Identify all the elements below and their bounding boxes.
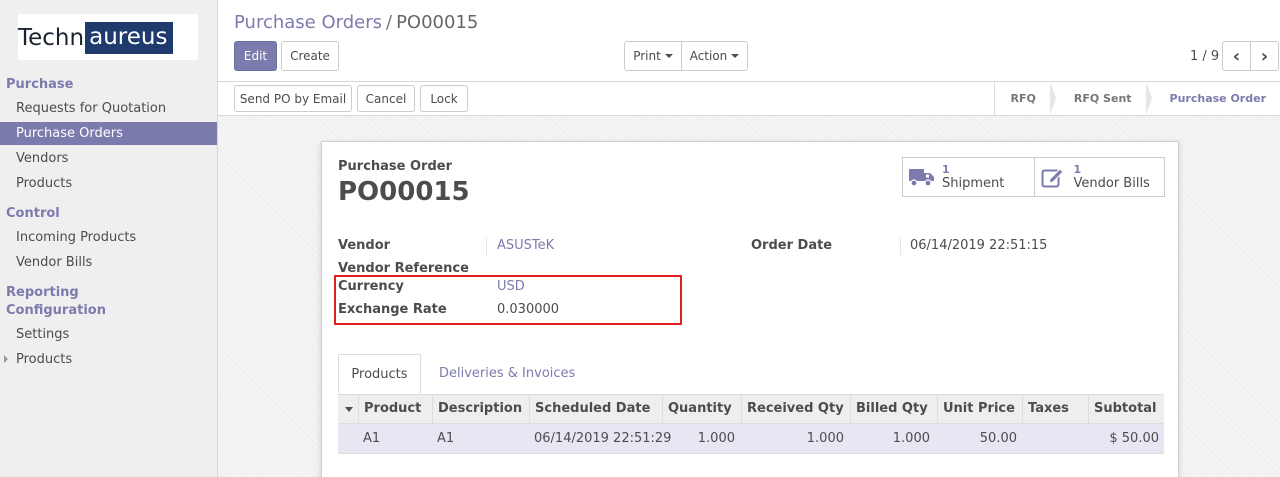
caret-down-icon (731, 54, 740, 58)
vendor-label: Vendor (338, 238, 391, 253)
table-row[interactable]: A1 A1 06/14/2019 22:51:29 1.000 1.000 1.… (338, 424, 1164, 454)
column-header-subtotal[interactable]: Subtotal (1088, 395, 1164, 423)
send-po-by-email-button[interactable]: Send PO by Email (234, 85, 352, 112)
shipment-count: 1 (942, 163, 950, 176)
order-date-value: 06/14/2019 22:51:15 (910, 238, 1048, 253)
sidebar-section-reporting[interactable]: Reporting (6, 285, 79, 300)
field-divider (900, 238, 901, 255)
chevron-right-icon: › (1260, 45, 1269, 67)
sidebar-section-purchase[interactable]: Purchase (6, 77, 73, 92)
vendor-bills-label: Vendor Bills (1073, 176, 1150, 191)
control-panel: Purchase Orders / PO00015 Edit Create Prin… (218, 0, 1280, 82)
status-stages: RFQ RFQ Sent Purchase Order (993, 82, 1280, 115)
caret-down-icon (664, 54, 673, 58)
pager-previous-button[interactable]: ‹ (1222, 41, 1251, 71)
record-title: PO00015 (338, 177, 470, 207)
lock-button[interactable]: Lock (420, 85, 468, 112)
column-header-scheduled-date[interactable]: Scheduled Date (529, 395, 662, 423)
sidebar-section-control[interactable]: Control (6, 206, 60, 221)
cell-subtotal: $ 50.00 (1109, 431, 1159, 446)
sidebar-item-label: Products (16, 352, 73, 367)
column-header-product[interactable]: Product (358, 395, 432, 423)
order-date-label: Order Date (751, 238, 833, 253)
company-logo[interactable]: Techn aureus (18, 14, 198, 60)
cancel-button[interactable]: Cancel (357, 85, 415, 112)
cell-taxes (1022, 424, 1082, 453)
logo-text-right: aureus (85, 22, 174, 54)
print-label: Print (633, 49, 661, 63)
cell-quantity: 1.000 (697, 431, 735, 446)
sidebar-section-configuration[interactable]: Configuration (6, 303, 106, 318)
sidebar-item-products[interactable]: Products (0, 172, 217, 195)
sidebar: Techn aureus Purchase Requests for Quotat… (0, 0, 218, 477)
column-header-received-qty[interactable]: Received Qty (741, 395, 850, 423)
column-header-quantity[interactable]: Quantity (662, 395, 741, 423)
form-sheet: Purchase Order PO00015 1 Shipment 1 Vend… (321, 141, 1179, 477)
pager-value[interactable]: 1 / 9 (1190, 49, 1219, 64)
column-header-unit-price[interactable]: Unit Price (937, 395, 1022, 423)
form-statusbar: Send PO by Email Cancel Lock RFQ RFQ Sen… (218, 82, 1280, 116)
field-divider (486, 238, 487, 255)
tab-products[interactable]: Products (338, 354, 421, 394)
action-dropdown[interactable]: Action (681, 41, 748, 71)
sidebar-item-purchase-orders[interactable]: Purchase Orders (0, 122, 217, 145)
highlight-box (334, 275, 682, 325)
cell-received-qty: 1.000 (806, 431, 844, 446)
chevron-left-icon: ‹ (1232, 45, 1241, 67)
sidebar-item-incoming-products[interactable]: Incoming Products (0, 226, 217, 249)
sidebar-item-vendor-bills[interactable]: Vendor Bills (0, 251, 217, 274)
form-view-background: Purchase Order PO00015 1 Shipment 1 Vend… (218, 116, 1280, 477)
breadcrumb-parent[interactable]: Purchase Orders (234, 12, 382, 33)
order-lines-table: Product Description Scheduled Date Quant… (338, 394, 1164, 454)
column-header-taxes[interactable]: Taxes (1022, 395, 1088, 423)
cell-product: A1 (363, 431, 381, 446)
pencil-square-icon (1041, 168, 1064, 188)
table-header: Product Description Scheduled Date Quant… (338, 394, 1164, 424)
vendor-bills-smart-button[interactable]: 1 Vendor Bills (1033, 158, 1165, 196)
cell-billed-qty: 1.000 (892, 431, 930, 446)
stage-rfq[interactable]: RFQ (995, 82, 1057, 115)
stage-purchase-order[interactable]: Purchase Order (1146, 82, 1280, 115)
record-type-label: Purchase Order (338, 159, 453, 174)
vendor-bills-count: 1 (1073, 163, 1082, 176)
cell-unit-price: 50.00 (979, 431, 1017, 446)
truck-icon (909, 169, 934, 187)
pager-next-button[interactable]: › (1250, 41, 1279, 71)
sidebar-item-requests-for-quotation[interactable]: Requests for Quotation (0, 97, 217, 120)
shipment-smart-button[interactable]: 1 Shipment (903, 158, 1034, 196)
breadcrumb-separator: / (386, 12, 393, 33)
breadcrumb-current: PO00015 (396, 12, 479, 33)
logo-text-left: Techn (18, 25, 85, 51)
sidebar-item-config-products[interactable]: Products (0, 348, 217, 371)
action-label: Action (689, 49, 728, 63)
smart-buttons: 1 Shipment 1 Vendor Bills (902, 157, 1165, 197)
cell-scheduled-date: 06/14/2019 22:51:29 (534, 431, 672, 446)
caret-down-icon (345, 407, 353, 412)
tab-deliveries-invoices[interactable]: Deliveries & Invoices (439, 354, 575, 394)
cell-description: A1 (437, 431, 455, 446)
sidebar-item-settings[interactable]: Settings (0, 323, 217, 346)
sidebar-item-vendors[interactable]: Vendors (0, 147, 217, 170)
shipment-label: Shipment (942, 176, 1005, 191)
column-sort-toggle[interactable] (338, 395, 358, 423)
edit-button[interactable]: Edit (234, 41, 277, 71)
vendor-value[interactable]: ASUSTeK (497, 238, 554, 253)
breadcrumb: Purchase Orders / PO00015 (234, 12, 478, 33)
column-header-billed-qty[interactable]: Billed Qty (850, 395, 937, 423)
vendor-reference-label: Vendor Reference (338, 261, 469, 276)
stage-rfq-sent[interactable]: RFQ Sent (1050, 82, 1152, 115)
create-button[interactable]: Create (281, 41, 339, 71)
column-header-description[interactable]: Description (432, 395, 529, 423)
print-dropdown[interactable]: Print (624, 41, 682, 71)
caret-right-icon (4, 355, 8, 363)
